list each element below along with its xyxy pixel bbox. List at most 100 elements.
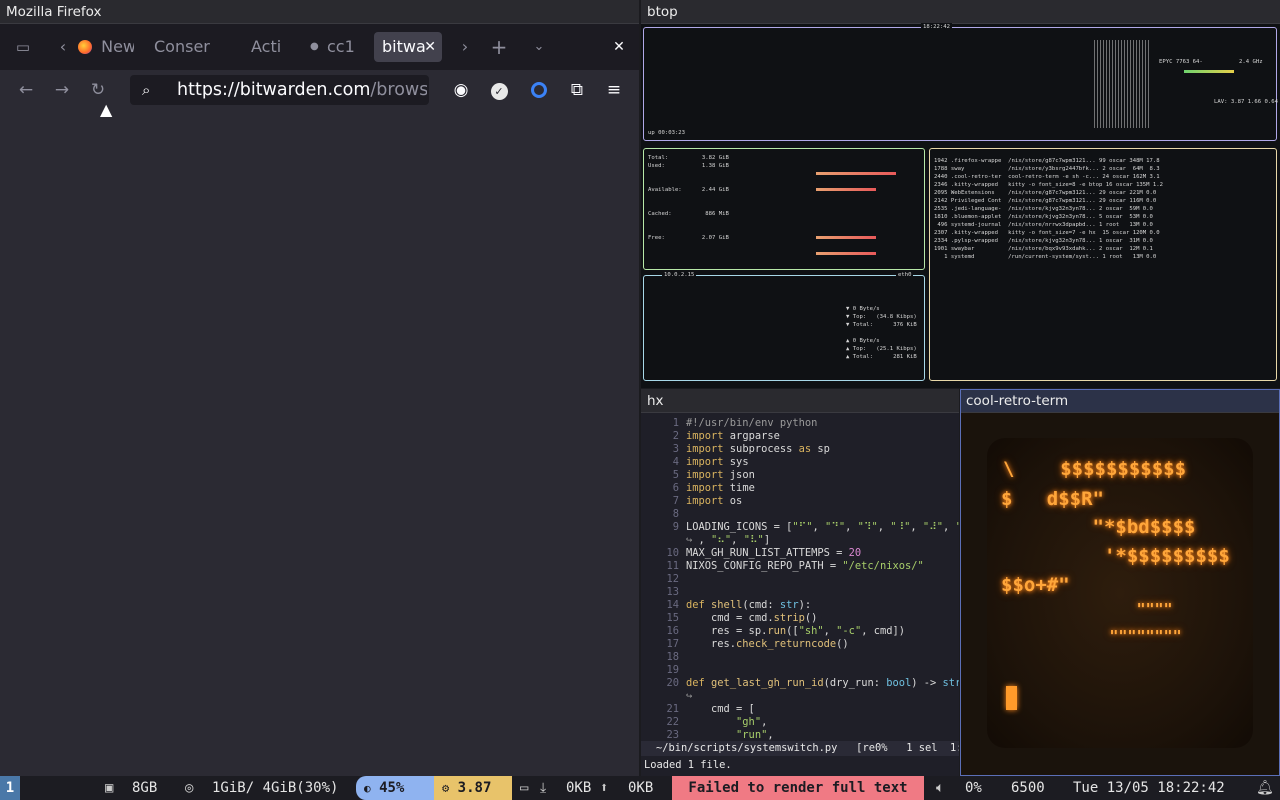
- crt-line: $$o+#": [1001, 574, 1070, 596]
- window-close-icon[interactable]: ✕: [610, 24, 628, 70]
- cpu-usage-bar: [1184, 70, 1234, 73]
- line-number: 3: [672, 443, 679, 455]
- mem-free: Free: 2.07 GiB: [648, 235, 729, 241]
- tab-close-icon[interactable]: ✕: [424, 32, 436, 62]
- code-line[interactable]: cmd = cmd.strip(): [686, 612, 817, 625]
- process-row[interactable]: 1 systemd /run/current-system/syst... 1 …: [934, 253, 1156, 261]
- process-row[interactable]: 2095 WebExtensions /nix/store/g87c7wpm31…: [934, 189, 1156, 197]
- code-line[interactable]: MAX_GH_RUN_LIST_ATTEMPS = 20: [686, 547, 861, 560]
- tabs-scroll-left-icon[interactable]: ‹: [56, 24, 70, 70]
- account-icon[interactable]: ◉: [450, 70, 472, 110]
- crt-screen[interactable]: \ $$$$$$$$$$$ $ d$$R" "*$bd$$$$ '*$$$$$$…: [987, 438, 1253, 748]
- line-number: 21: [666, 703, 679, 715]
- menu-icon[interactable]: ≡: [603, 70, 625, 110]
- tab-new[interactable]: New: [78, 24, 134, 70]
- process-row[interactable]: 2334 .pylsp-wrapped /nix/store/kjvg32n3y…: [934, 237, 1153, 245]
- code-line[interactable]: import os: [686, 495, 742, 508]
- volume-icon[interactable]: 🔈︎: [936, 776, 944, 800]
- code-line[interactable]: import sys: [686, 456, 749, 469]
- crt-line: """": [1001, 600, 1173, 618]
- new-tab-icon[interactable]: +: [490, 24, 508, 70]
- line-number: 7: [672, 495, 679, 507]
- code-line[interactable]: res.check_returncode(): [686, 638, 849, 651]
- extensions-icon[interactable]: ⧉: [566, 70, 588, 110]
- volume-level[interactable]: 0%: [965, 776, 982, 800]
- upload-icon: ⬆: [600, 780, 609, 796]
- net-upload-top: ▲ Top: (25.1 Kibps): [846, 346, 917, 352]
- line-number: 15: [666, 612, 679, 624]
- line-number: 13: [666, 586, 679, 598]
- line-number: 2: [672, 430, 679, 442]
- tab-overview-icon[interactable]: ▭: [12, 24, 34, 70]
- tabs-scroll-right-icon[interactable]: ›: [458, 24, 472, 70]
- tab-cc1[interactable]: cc1: [327, 24, 367, 70]
- line-number: 14: [666, 599, 679, 611]
- line-number: [641, 690, 679, 703]
- editor-statusline: ~/bin/scripts/systemswitch.py [re0% 1 se…: [641, 741, 959, 756]
- code-line[interactable]: import json: [686, 469, 755, 482]
- code-editor[interactable]: 1 #!/usr/bin/env python 2 import argparse 3 i…: [641, 417, 959, 741]
- cpu-clock: 18:22:42: [921, 23, 952, 31]
- color-temperature: 6500: [1011, 780, 1045, 796]
- forward-icon[interactable]: →: [50, 70, 74, 110]
- page-content[interactable]: [0, 110, 639, 776]
- code-line[interactable]: #!/usr/bin/env python: [686, 417, 817, 430]
- extension-v-icon[interactable]: ✓: [488, 70, 510, 110]
- line-number: 11: [666, 560, 679, 572]
- disk-bar-shared: [816, 236, 876, 239]
- code-line[interactable]: res = sp.run(["sh", "-c", cmd]): [686, 625, 905, 638]
- process-row[interactable]: 1788 sway /nix/store/y3bsrg2447bfk... 2 …: [934, 165, 1160, 173]
- line-number: 10: [666, 547, 679, 559]
- code-line[interactable]: ↪: [686, 690, 692, 703]
- mem-box: Total: 3.82 GiB Used: 1.38 GiB Available…: [643, 148, 925, 270]
- url-bar[interactable]: ⌕ https://bitwarden.com/browse: [130, 75, 429, 105]
- line-number: 5: [672, 469, 679, 481]
- url-text[interactable]: https://bitwarden.com/browse: [177, 75, 427, 105]
- net-box: 10.0.2.15 eth0 ▼ 0 Byte/s ▼ Top: (34.8 K…: [643, 271, 925, 381]
- process-row[interactable]: 2307 .kitty-wrapped kitty -o font_size=7…: [934, 229, 1160, 237]
- process-row[interactable]: 496 systemd-journal /nix/store/nrrwx3dpa…: [934, 221, 1153, 229]
- tab-acti[interactable]: Acti: [251, 24, 291, 70]
- process-row[interactable]: 1901 swaybar /nix/store/bqx9v93xdahk... …: [934, 245, 1153, 253]
- line-number: 1: [672, 417, 679, 429]
- status-bar: 1 ▣ 8GB ◎ 1GiB/ 4GiB(30%) ◐ 45% ⚙ 3.87 ▭…: [0, 776, 1280, 800]
- process-row[interactable]: 2440 .cool-retro-ter cool-retro-term -e …: [934, 173, 1160, 181]
- code-line[interactable]: "gh",: [686, 716, 767, 729]
- process-row[interactable]: 1810 .bluemon-applet /nix/store/kjvg32n3…: [934, 213, 1153, 221]
- code-line[interactable]: NIXOS_CONFIG_REPO_PATH = "/etc/nixos/": [686, 560, 924, 573]
- process-row[interactable]: 2142 Privileged Cont /nix/store/g87c7wpm…: [934, 197, 1156, 205]
- code-line[interactable]: import subprocess as sp: [686, 443, 830, 456]
- tab-label: Acti: [251, 37, 282, 56]
- line-number: 8: [672, 508, 679, 520]
- tab-conser[interactable]: Conser: [154, 24, 216, 70]
- process-row[interactable]: 2346 .kitty-wrapped kitty -o font_size=8…: [934, 181, 1163, 189]
- cpu-graph: [1094, 40, 1150, 128]
- code-line[interactable]: def shell(cmd: str):: [686, 599, 811, 612]
- process-list[interactable]: 1942 .firefox-wrappe /nix/store/g87c7wpm…: [934, 157, 1272, 373]
- back-icon[interactable]: ←: [14, 70, 38, 110]
- crt-line: '*$$$$$$$$$: [1001, 545, 1230, 567]
- cpu-uptime: up 00:03:23: [648, 130, 686, 136]
- hx-window: hx 1 #!/usr/bin/env python 2 import argpars…: [641, 389, 959, 776]
- code-line[interactable]: import argparse: [686, 430, 780, 443]
- cpu-freq: 2.4 GHz: [1239, 59, 1263, 65]
- tab-bitwarden[interactable]: bitwa ✕: [374, 32, 442, 62]
- line-number: 18: [666, 651, 679, 663]
- process-row[interactable]: 2535 .jedi-language- /nix/store/kjvg32n3…: [934, 205, 1153, 213]
- line-number: 4: [672, 456, 679, 468]
- extension-privacy-icon[interactable]: [528, 70, 550, 110]
- notification-bell-icon[interactable]: 🔔︎: [1256, 776, 1274, 800]
- code-line[interactable]: def get_last_gh_run_id(dry_run: bool) ->…: [686, 677, 959, 690]
- download-icon: ⤓: [540, 780, 547, 796]
- code-line[interactable]: import time: [686, 482, 755, 495]
- net-download-top: ▼ Top: (34.8 Kibps): [846, 314, 917, 320]
- crt-line: \ $$$$$$$$$$$: [1003, 458, 1187, 480]
- process-row[interactable]: 1942 .firefox-wrappe /nix/store/g87c7wpm…: [934, 157, 1160, 165]
- workspace-button[interactable]: 1: [0, 776, 20, 800]
- code-line[interactable]: cmd = [: [686, 703, 755, 716]
- code-line[interactable]: ↪ , "⠦", "⠧"]: [686, 534, 770, 547]
- list-tabs-icon[interactable]: ⌄: [530, 24, 548, 70]
- cpu-icon: ◐: [364, 782, 371, 795]
- firefox-window: Mozilla Firefox ▭ ‹ New Conser Acti ● cc…: [0, 0, 639, 776]
- code-line[interactable]: LOADING_ICONS = ["⠋", "⠙", "⠹", "⠸", "⠼"…: [686, 521, 959, 534]
